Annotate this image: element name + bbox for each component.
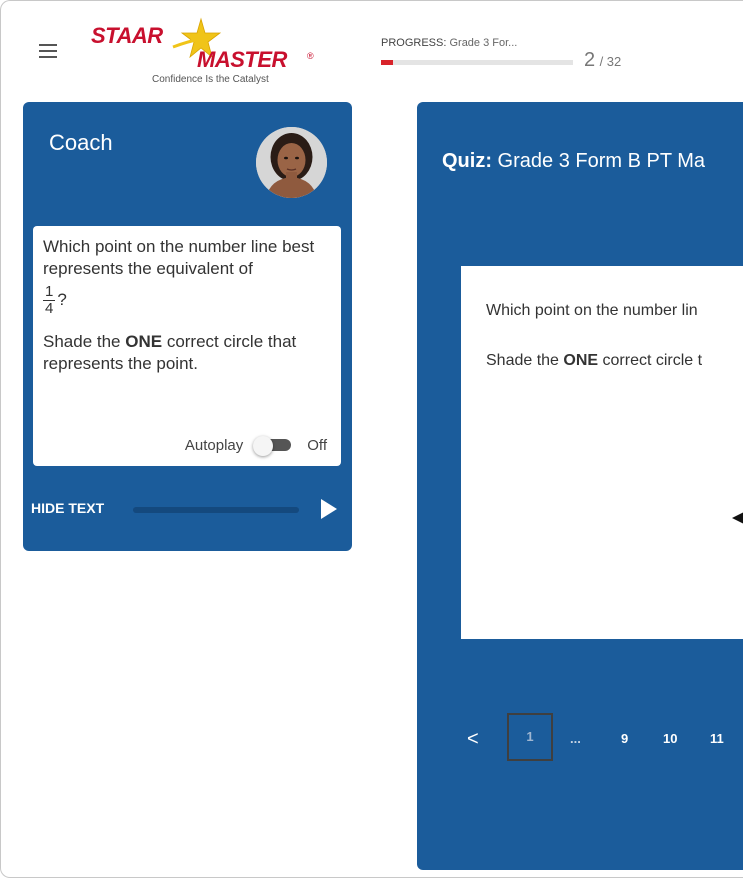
progress-bar-fill xyxy=(381,60,393,65)
progress-indicator: PROGRESS: Grade 3 For... 2 / 32 xyxy=(381,37,621,71)
autoplay-state: Off xyxy=(307,436,327,454)
coach-fraction-line: 1 4 ? xyxy=(43,284,331,317)
autoplay-control: Autoplay Off xyxy=(184,436,327,456)
staar-master-logo[interactable]: STAAR MASTER ® Confidence Is the Catalys… xyxy=(89,17,329,91)
coach-instruction: Shade the ONE correct circle that repres… xyxy=(43,331,331,375)
play-icon[interactable] xyxy=(321,499,337,519)
app-frame: STAAR MASTER ® Confidence Is the Catalys… xyxy=(0,0,743,878)
quiz-question: Which point on the number lin xyxy=(486,302,698,319)
hide-text-button[interactable]: HIDE TEXT xyxy=(31,500,104,516)
quiz-panel: Quiz: Grade 3 Form B PT Ma Which point o… xyxy=(417,102,743,870)
fraction-one-fourth: 1 4 xyxy=(43,283,56,317)
coach-text-card: Which point on the number line best repr… xyxy=(33,226,341,466)
coach-avatar xyxy=(256,127,327,198)
fraction-denominator: 4 xyxy=(45,300,54,317)
quiz-question-card: Which point on the number lin Shade the … xyxy=(461,266,743,639)
progress-count: 2 / 32 xyxy=(584,49,621,72)
coach-instruction-pre: Shade the xyxy=(43,332,126,351)
pager-page-current[interactable]: 1 xyxy=(507,713,553,761)
logo-registered-mark: ® xyxy=(307,51,314,61)
quiz-title: Quiz: Grade 3 Form B PT Ma xyxy=(442,150,705,173)
coach-panel: Coach Which point on the number line bes… xyxy=(23,102,352,551)
progress-total: / 32 xyxy=(599,54,622,69)
question-mark: ? xyxy=(57,289,67,309)
coach-question: Which point on the number line best repr… xyxy=(43,237,315,278)
pager-ellipsis: ... xyxy=(570,731,581,746)
coach-portrait-icon xyxy=(256,127,327,198)
autoplay-toggle[interactable] xyxy=(253,436,292,456)
progress-bar xyxy=(381,60,573,65)
fraction-numerator: 1 xyxy=(43,283,56,301)
autoplay-label: Autoplay xyxy=(184,436,244,454)
progress-label-prefix: PROGRESS: xyxy=(381,37,447,49)
quiz-title-text: Grade 3 Form B PT Ma xyxy=(492,150,706,172)
quiz-title-label: Quiz: xyxy=(442,150,492,172)
number-line-left-arrow-icon xyxy=(732,512,743,524)
logo-word-staar: STAAR xyxy=(91,23,163,48)
audio-bar: HIDE TEXT xyxy=(31,499,341,519)
logo-word-master: MASTER xyxy=(197,47,287,72)
pager-page-10[interactable]: 10 xyxy=(663,731,677,746)
quiz-instruction: Shade the ONE correct circle t xyxy=(486,352,702,370)
quiz-instruction-bold: ONE xyxy=(563,352,599,369)
quiz-instruction-post: correct circle t xyxy=(598,352,703,369)
pager-page-11[interactable]: 11 xyxy=(710,731,724,746)
progress-assessment-title: Grade 3 For... xyxy=(449,37,518,49)
hamburger-menu-icon[interactable] xyxy=(39,44,57,58)
progress-current: 2 xyxy=(584,49,596,71)
logo-tagline: Confidence Is the Catalyst xyxy=(152,74,269,85)
pager-page-9[interactable]: 9 xyxy=(621,731,628,746)
quiz-instruction-pre: Shade the xyxy=(486,352,564,369)
progress-label: PROGRESS: Grade 3 For... xyxy=(381,37,517,49)
coach-title: Coach xyxy=(49,130,113,155)
coach-instruction-bold: ONE xyxy=(125,332,163,351)
question-pager: < 1 ... 9 10 11 xyxy=(417,713,743,763)
pager-prev-button[interactable]: < xyxy=(467,728,479,751)
audio-progress-track[interactable] xyxy=(133,507,299,513)
